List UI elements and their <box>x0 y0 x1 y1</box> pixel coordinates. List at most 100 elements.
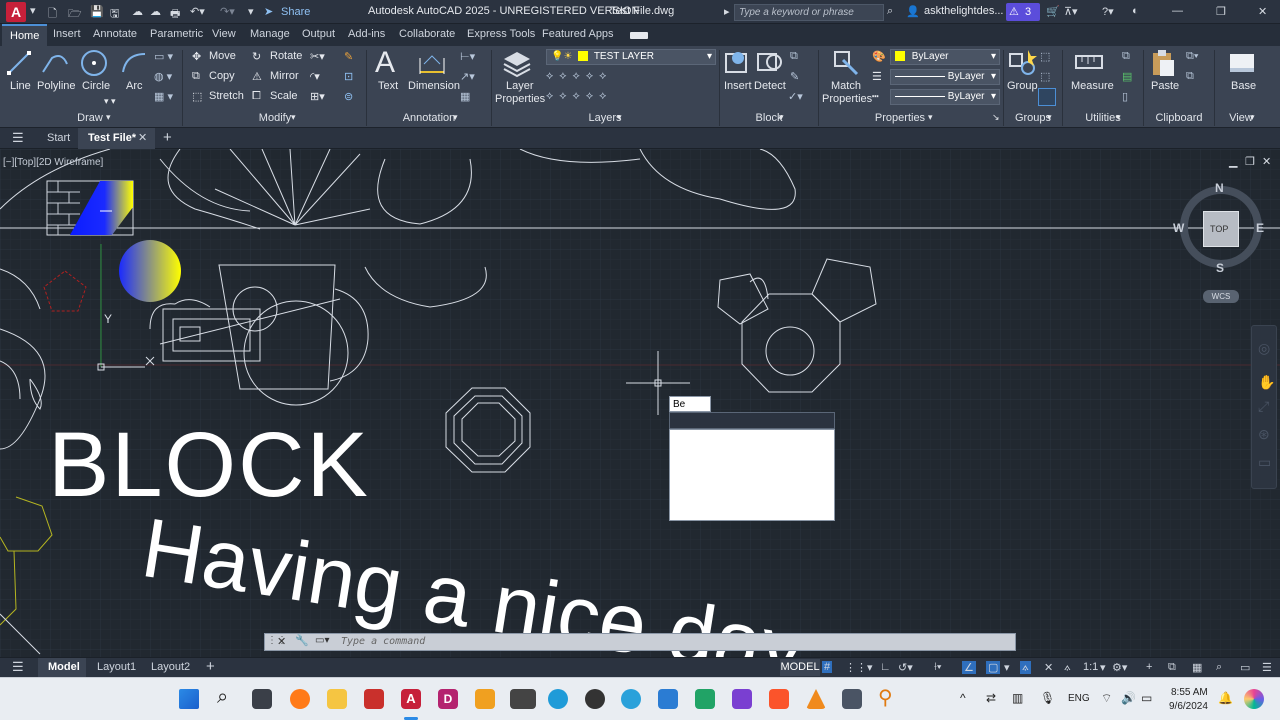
autodesk-a360-icon[interactable]: ⊼▾ <box>1064 5 1078 18</box>
stretch-button[interactable]: Stretch <box>209 90 244 102</box>
app-menu-chevron-icon[interactable]: ▾ <box>30 4 36 17</box>
start-tab[interactable]: Start <box>47 132 70 144</box>
quick-select-icon[interactable]: ⧉ <box>1122 50 1130 63</box>
layer-properties-label-2[interactable]: Properties <box>495 93 545 105</box>
draw-panel-title[interactable]: Draw <box>0 112 180 128</box>
tab-view[interactable]: View <box>212 28 236 40</box>
properties-expand-icon[interactable]: ▾ <box>928 112 933 123</box>
viewport-restore-icon[interactable]: ❐ <box>1245 155 1255 168</box>
cloud-download-icon[interactable]: ☁ <box>150 5 161 18</box>
share-icon[interactable]: ➤ <box>264 5 273 18</box>
command-close-icon[interactable]: ✕ <box>277 635 286 648</box>
scale-button[interactable]: Scale <box>270 90 298 102</box>
snap-icon[interactable]: ⋮⋮▾ <box>845 661 873 674</box>
notifications-icon[interactable]: 🔔 <box>1218 691 1233 705</box>
match-properties-label-1[interactable]: Match <box>831 80 861 92</box>
layer-properties-label-1[interactable]: Layer <box>506 80 534 92</box>
paste-button[interactable]: Paste <box>1151 80 1179 92</box>
orbit-icon[interactable]: ⊛ <box>1258 426 1270 443</box>
detect-button[interactable]: Detect <box>754 80 786 92</box>
user-account[interactable]: askthelightdes... <box>924 5 1004 17</box>
rotate-button[interactable]: Rotate <box>270 50 302 62</box>
taskbar-search-icon[interactable]: ⌕ <box>217 686 228 709</box>
compass-north[interactable]: N <box>1215 181 1224 195</box>
clock-date[interactable]: 9/6/2024 <box>1169 701 1208 712</box>
explode-icon[interactable]: ⊡ <box>344 70 353 83</box>
search-icon[interactable]: ⌕ <box>887 5 893 18</box>
undo-icon[interactable]: ↶▾ <box>190 5 205 18</box>
modify-expand-icon[interactable]: ▾ <box>291 112 296 123</box>
autocomplete-list[interactable] <box>669 429 835 521</box>
drawing-canvas[interactable]: [−][Top][2D Wireframe] ▁ ❐ ✕ TOP N S E W… <box>0 149 1280 657</box>
plot-icon[interactable]: 🖶 <box>170 5 180 24</box>
command-customize-icon[interactable]: 🔧 <box>295 634 309 647</box>
save-icon[interactable]: 💾 <box>90 5 104 18</box>
customization-icon[interactable]: ☰ <box>1262 661 1272 674</box>
edge-icon[interactable] <box>548 689 568 709</box>
tab-manage[interactable]: Manage <box>250 28 290 40</box>
copy-clip-icon[interactable]: ⧉▾ <box>1186 50 1198 63</box>
telegram-icon[interactable] <box>621 689 641 709</box>
pdf-app-icon[interactable] <box>364 689 384 709</box>
lineweight-dropdown[interactable]: ByLayer ▾ <box>890 69 1000 85</box>
tab-collaborate[interactable]: Collaborate <box>399 28 455 40</box>
steering-wheel-icon[interactable]: ◎ <box>1258 340 1270 357</box>
quick-access-dropdown-icon[interactable]: ▾ <box>248 5 254 18</box>
vlc-icon[interactable] <box>806 689 826 709</box>
osnap-dropdown-icon[interactable]: ▾ <box>1004 661 1010 674</box>
group-edit-icon[interactable]: ⬚ <box>1040 70 1050 83</box>
tab-featured-apps[interactable]: Featured Apps <box>542 28 614 40</box>
utilities-expand-icon[interactable]: ▾ <box>1116 112 1121 123</box>
auto-scale-icon[interactable]: ✕ <box>1044 661 1053 674</box>
draw-dropdown-arrows-icon[interactable]: ▾ ▾ <box>104 96 116 107</box>
compass-east[interactable]: E <box>1256 221 1264 235</box>
rectangle-icon[interactable]: ▭ ▾ <box>154 50 173 63</box>
text-button[interactable]: Text <box>378 80 398 92</box>
task-view-icon[interactable] <box>252 689 272 709</box>
table-icon[interactable]: ▦ <box>460 90 470 103</box>
brave-icon[interactable] <box>769 689 789 709</box>
compass-west[interactable]: W <box>1173 221 1184 235</box>
groups-panel-title[interactable]: Groups <box>1004 112 1062 128</box>
calculator-icon[interactable]: ▤ <box>1122 70 1132 83</box>
ribbon-display-toggle-icon[interactable] <box>630 32 648 39</box>
cart-icon[interactable]: 🛒 <box>1046 5 1060 18</box>
workspace-gear-icon[interactable]: ⚙▾ <box>1112 661 1127 674</box>
annotation-scale-icon[interactable]: ⟑ <box>1064 661 1071 674</box>
autocad-logo-icon[interactable]: A <box>6 2 26 22</box>
wondershare-icon[interactable] <box>510 689 536 709</box>
zoom-extents-icon[interactable]: ⤢ <box>1258 398 1269 415</box>
scale-dropdown-icon[interactable]: ▾ <box>1100 661 1106 674</box>
tray-app-icon[interactable]: ⇄ <box>986 691 996 705</box>
onenote-icon[interactable] <box>732 689 752 709</box>
share-button[interactable]: Share <box>281 6 310 18</box>
alerts-badge[interactable]: ⚠ 3 <box>1006 3 1040 21</box>
viewcube-top-face[interactable]: TOP <box>1203 211 1239 247</box>
command-input[interactable]: Type a command <box>341 636 425 647</box>
copy-button[interactable]: Copy <box>209 70 235 82</box>
compass-south[interactable]: S <box>1216 261 1224 275</box>
tab-express-tools[interactable]: Express Tools <box>467 28 535 40</box>
gradient-icon[interactable]: ▦ ▾ <box>154 90 173 103</box>
viewport-controls[interactable]: [−][Top][2D Wireframe] <box>3 157 103 168</box>
layer-dropdown[interactable]: 💡☀ TEST LAYER ▾ <box>546 49 716 65</box>
battery-icon[interactable]: ▭ <box>1141 691 1152 705</box>
current-file-tab[interactable]: Test File* ✕ <box>78 128 155 149</box>
tab-home[interactable]: Home <box>2 24 48 46</box>
excel-icon[interactable] <box>695 689 715 709</box>
viewport-close-icon[interactable]: ✕ <box>1262 155 1271 168</box>
view-panel-title[interactable]: View <box>1216 112 1266 128</box>
microphone-icon[interactable]: 🎙 <box>1040 691 1055 705</box>
array-icon[interactable]: ⊞▾ <box>310 90 325 103</box>
wcs-menu[interactable]: WCS <box>1203 290 1239 303</box>
word-icon[interactable] <box>658 689 678 709</box>
community-icon[interactable]: ◐ <box>1132 5 1139 17</box>
annotation-scale-value[interactable]: 1:1 <box>1083 661 1098 673</box>
clock-time[interactable]: 8:55 AM <box>1171 687 1208 698</box>
tab-annotate[interactable]: Annotate <box>93 28 137 40</box>
annotation-expand-icon[interactable]: ▾ <box>453 112 458 123</box>
windows-start-icon[interactable] <box>179 689 199 709</box>
tab-add-ins[interactable]: Add-ins <box>348 28 385 40</box>
edit-block-icon[interactable]: ✎ <box>790 70 799 83</box>
tools-app-icon[interactable] <box>475 689 495 709</box>
